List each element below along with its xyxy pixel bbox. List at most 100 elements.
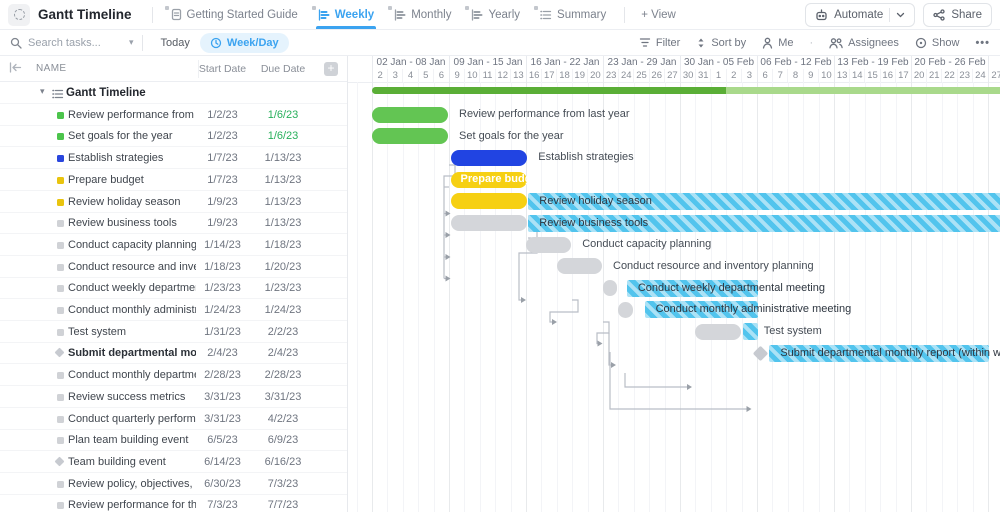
task-name[interactable]: Team building event bbox=[68, 456, 196, 468]
task-name[interactable]: Conduct capacity planning bbox=[68, 239, 196, 251]
due-date[interactable]: 7/7/23 bbox=[255, 499, 311, 511]
table-row[interactable]: Team building event6/14/236/16/23 bbox=[0, 451, 348, 473]
start-date[interactable]: 3/31/23 bbox=[195, 391, 250, 403]
task-name[interactable]: Conduct monthly departmental m... bbox=[68, 369, 196, 381]
group-row[interactable]: ▾ Gantt Timeline bbox=[0, 82, 348, 104]
tab-getting-started-guide[interactable]: Getting Started Guide bbox=[161, 0, 308, 29]
gantt-bar[interactable] bbox=[526, 237, 571, 253]
task-name[interactable]: Review holiday season bbox=[68, 196, 196, 208]
table-row[interactable]: Review performance for the last 6 ...7/3… bbox=[0, 494, 348, 512]
column-header-start-date[interactable]: Start Date bbox=[195, 63, 250, 75]
task-name[interactable]: Review policy, objectives, and busi... bbox=[68, 478, 196, 490]
assignees-button[interactable]: Assignees bbox=[829, 37, 899, 49]
status-icon[interactable] bbox=[57, 307, 64, 314]
task-name[interactable]: Set goals for the year bbox=[68, 130, 196, 142]
tab-summary[interactable]: Summary bbox=[530, 0, 616, 29]
more-options-button[interactable]: ••• bbox=[975, 37, 990, 49]
week-day-mode-button[interactable]: Week/Day bbox=[200, 33, 289, 53]
table-row[interactable]: Conduct quarterly performance m...3/31/2… bbox=[0, 408, 348, 430]
automate-button[interactable]: Automate bbox=[805, 3, 915, 27]
start-date[interactable]: 1/23/23 bbox=[195, 282, 250, 294]
task-name[interactable]: Review performance from last year bbox=[68, 109, 196, 121]
task-name[interactable]: Prepare budget bbox=[68, 174, 196, 186]
tab-yearly[interactable]: Yearly bbox=[461, 0, 530, 29]
due-date[interactable]: 1/13/23 bbox=[255, 152, 311, 164]
status-icon[interactable] bbox=[57, 133, 64, 140]
caret-down-icon[interactable]: ▾ bbox=[40, 86, 45, 97]
search-input[interactable]: Search tasks... bbox=[10, 37, 115, 49]
table-row[interactable]: Conduct resource and inventory pl...1/18… bbox=[0, 256, 348, 278]
table-row[interactable]: Conduct monthly departmental m...2/28/23… bbox=[0, 364, 348, 386]
due-date[interactable]: 1/13/23 bbox=[255, 217, 311, 229]
status-icon[interactable] bbox=[57, 372, 64, 379]
due-date[interactable]: 1/24/23 bbox=[255, 304, 311, 316]
today-button[interactable]: Today bbox=[161, 37, 190, 49]
milestone-diamond[interactable] bbox=[752, 345, 768, 361]
status-icon[interactable] bbox=[57, 502, 64, 509]
table-row[interactable]: Review holiday season1/9/231/13/23 bbox=[0, 191, 348, 213]
column-header-name[interactable]: NAME bbox=[36, 63, 67, 74]
due-date[interactable]: 3/31/23 bbox=[255, 391, 311, 403]
start-date[interactable]: 7/3/23 bbox=[195, 499, 250, 511]
status-icon[interactable] bbox=[57, 481, 64, 488]
due-date[interactable]: 2/4/23 bbox=[255, 347, 311, 359]
start-date[interactable]: 1/7/23 bbox=[195, 152, 250, 164]
tab-monthly[interactable]: Monthly bbox=[384, 0, 461, 29]
due-date[interactable]: 1/6/23 bbox=[255, 109, 311, 121]
add-column-button[interactable]: + bbox=[324, 62, 338, 76]
table-row[interactable]: Review business tools1/9/231/13/23 bbox=[0, 212, 348, 234]
filter-button[interactable]: Filter bbox=[639, 37, 680, 49]
due-date[interactable]: 2/2/23 bbox=[255, 326, 311, 338]
start-date[interactable]: 1/18/23 bbox=[195, 261, 250, 273]
table-row[interactable]: Conduct monthly administrative m...1/24/… bbox=[0, 299, 348, 321]
due-date[interactable]: 6/16/23 bbox=[255, 456, 311, 468]
status-icon[interactable] bbox=[57, 177, 64, 184]
task-name[interactable]: Submit departmental monthly re... bbox=[68, 347, 196, 359]
status-icon[interactable] bbox=[57, 394, 64, 401]
status-icon[interactable] bbox=[57, 112, 64, 119]
gantt-bar[interactable] bbox=[372, 107, 448, 123]
start-date[interactable]: 2/4/23 bbox=[195, 347, 250, 359]
summary-bar[interactable] bbox=[372, 87, 1000, 94]
group-name[interactable]: Gantt Timeline bbox=[66, 87, 146, 99]
task-name[interactable]: Conduct weekly departmental me... bbox=[68, 282, 196, 294]
column-header-due-date[interactable]: Due Date bbox=[255, 63, 311, 75]
gantt-bar[interactable] bbox=[695, 324, 740, 340]
show-button[interactable]: Show bbox=[915, 37, 960, 49]
due-date[interactable]: 1/23/23 bbox=[255, 282, 311, 294]
status-icon[interactable] bbox=[57, 264, 64, 271]
table-row[interactable]: Test system1/31/23 2/2/23 bbox=[0, 321, 348, 343]
start-date[interactable]: 6/5/23 bbox=[195, 434, 250, 446]
table-row[interactable]: Review policy, objectives, and busi...6/… bbox=[0, 473, 348, 495]
task-name[interactable]: Establish strategies bbox=[68, 152, 196, 164]
status-icon[interactable] bbox=[57, 437, 64, 444]
task-name[interactable]: Review performance for the last 6 ... bbox=[68, 499, 196, 511]
table-row[interactable]: Submit departmental monthly re...2/4/232… bbox=[0, 342, 348, 364]
start-date[interactable]: 3/31/23 bbox=[195, 413, 250, 425]
sort-button[interactable]: Sort by bbox=[696, 37, 746, 49]
due-date[interactable]: 7/3/23 bbox=[255, 478, 311, 490]
start-date[interactable]: 1/7/23 bbox=[195, 174, 250, 186]
gantt-bar[interactable] bbox=[557, 258, 602, 274]
table-row[interactable]: Establish strategies1/7/23 1/13/23 bbox=[0, 147, 348, 169]
status-icon[interactable] bbox=[57, 242, 64, 249]
task-name[interactable]: Conduct quarterly performance m... bbox=[68, 413, 196, 425]
due-date[interactable]: 1/20/23 bbox=[255, 261, 311, 273]
add-view-button[interactable]: + View bbox=[633, 9, 684, 21]
table-row[interactable]: Prepare budget1/7/23 1/13/23 bbox=[0, 169, 348, 191]
task-name[interactable]: Plan team building event bbox=[68, 434, 196, 446]
task-name[interactable]: Review success metrics bbox=[68, 391, 196, 403]
start-date[interactable]: 1/2/23 bbox=[195, 130, 250, 142]
due-date[interactable]: 1/13/23 bbox=[255, 174, 311, 186]
table-row[interactable]: Review performance from last year1/2/231… bbox=[0, 104, 348, 126]
due-date[interactable]: 1/13/23 bbox=[255, 196, 311, 208]
status-icon[interactable] bbox=[57, 329, 64, 336]
task-name[interactable]: Conduct resource and inventory pl... bbox=[68, 261, 196, 273]
gantt-bar[interactable] bbox=[451, 193, 528, 209]
gantt-bar[interactable] bbox=[451, 215, 528, 231]
task-name[interactable]: Test system bbox=[68, 326, 196, 338]
start-date[interactable]: 2/28/23 bbox=[195, 369, 250, 381]
status-icon[interactable] bbox=[57, 155, 64, 162]
gantt-bar[interactable] bbox=[603, 280, 617, 296]
start-date[interactable]: 1/31/23 bbox=[195, 326, 250, 338]
